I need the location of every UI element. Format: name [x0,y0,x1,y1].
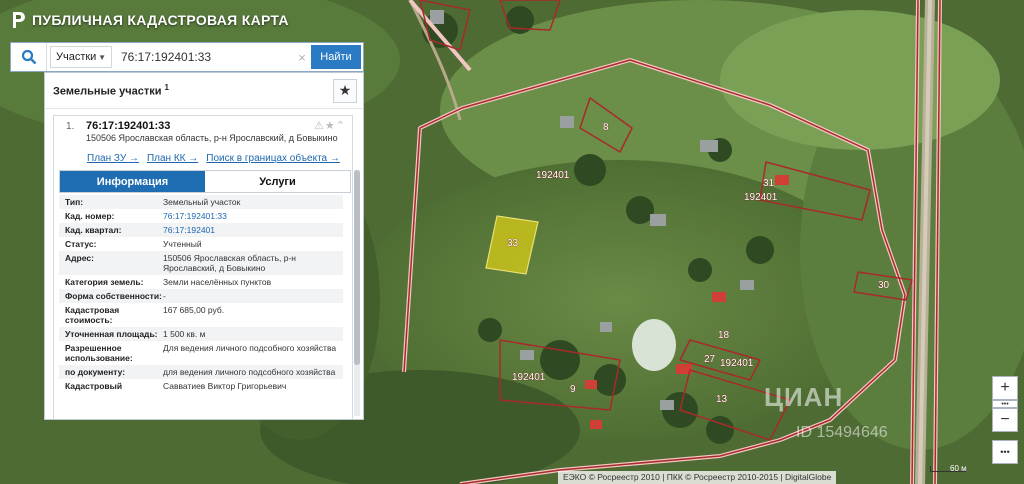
map-label-parcel: 9 [570,384,576,395]
search-type-select[interactable]: Участки ▼ [50,46,112,68]
cad-number-link[interactable]: 76:17:192401:33 [163,211,341,221]
map-label-parcel: 8 [603,122,609,133]
result-number: 1. [66,121,75,132]
logo-icon [13,12,25,28]
info-row: Кад. номер: 76:17:192401:33 [59,209,343,223]
map-label-parcel: 27 [704,354,716,365]
search-submit-button[interactable]: Найти [311,45,361,69]
search-type-label: Участки [56,51,97,63]
info-row: Категория земель: Земли населённых пункто… [65,277,272,287]
info-row: Форма собственности: - [59,289,343,303]
info-row: Адрес: 150506 Ярославская область, р-н Яр… [59,251,343,275]
watermark-logo: ЦИАН [764,382,844,412]
info-row: Уточненная площадь: 1 500 кв. м [59,327,343,341]
map-label-parcel: 30 [878,280,890,291]
map-label-quarter: 192401 [512,372,546,383]
map-label-parcel: 33 [507,238,519,249]
panel-header: Земельные участки 1 ★ [45,73,363,109]
result-action-icons[interactable]: ⚠★⌃ [314,119,346,132]
info-table: Тип: Земельный участок Кад. номер: 76:17:1… [59,195,343,393]
scale-label: 60 м [950,464,967,473]
clear-icon[interactable]: × [295,43,309,71]
zoom-in-button[interactable]: + [992,376,1018,400]
result-links: План ЗУ → План КК → Поиск в границах объ… [87,153,340,164]
zoom-more-button[interactable]: ••• [992,400,1018,408]
result-tabs: Информация Услуги [59,170,351,193]
map-label-quarter: 192401 [536,170,570,181]
more-options-button[interactable]: ••• [992,440,1018,464]
result-address: 150506 Ярославская область, р-н Ярославс… [86,133,338,143]
tab-info[interactable]: Информация [60,171,205,192]
favorite-star-button[interactable]: ★ [333,78,357,103]
app-title: ПУБЛИЧНАЯ КАДАСТРОВАЯ КАРТА [32,12,289,28]
info-row: по документу: для ведения личного подсобн… [59,365,343,379]
info-row: Разрешенное использование: Для ведения ли… [65,343,337,363]
chevron-down-icon: ▼ [98,52,106,62]
results-panel: Земельные участки 1 ★ 1. 76:17:192401:33… [44,72,364,420]
panel-scrollbar[interactable] [354,170,360,416]
scroll-thumb[interactable] [354,170,360,365]
link-plan-kk[interactable]: План КК → [147,153,198,164]
result-cad-number: 76:17:192401:33 [86,120,171,132]
map-label-parcel: 18 [718,330,730,341]
search-input[interactable] [115,43,295,71]
map-label-quarter: 192401 [744,192,778,203]
search-icon[interactable] [11,43,47,71]
result-count: 1 [164,83,169,93]
info-row: Кадастровая стоимость: 167 685,00 руб. [65,305,225,325]
info-row: Кад. квартал: 76:17:192401 [59,223,343,237]
star-icon: ★ [338,82,352,98]
info-row: Кадастровый Савватиев Виктор Григорьевич [65,381,287,391]
search-bar: Участки ▼ × Найти [10,42,364,72]
map-attribution: ЕЭКО © Росреестр 2010 | ПКК © Росреестр … [558,471,837,484]
link-search-in-bounds[interactable]: Поиск в границах объекта → [206,153,340,164]
info-row: Статус: Учтенный [65,239,202,249]
info-row: Тип: Земельный участок [59,195,343,209]
cad-quarter-link[interactable]: 76:17:192401 [163,225,341,235]
app-header: ПУБЛИЧНАЯ КАДАСТРОВАЯ КАРТА [10,8,289,32]
tab-services[interactable]: Услуги [205,171,350,192]
map-label-quarter: 192401 [720,358,754,369]
zoom-out-button[interactable]: − [992,408,1018,432]
map-label-parcel: 13 [716,394,728,405]
map-label-parcel: 31 [763,178,775,189]
link-plan-zu[interactable]: План ЗУ → [87,153,139,164]
watermark-id: ID 15494646 [796,424,888,441]
panel-title: Земельные участки 1 [53,83,169,98]
